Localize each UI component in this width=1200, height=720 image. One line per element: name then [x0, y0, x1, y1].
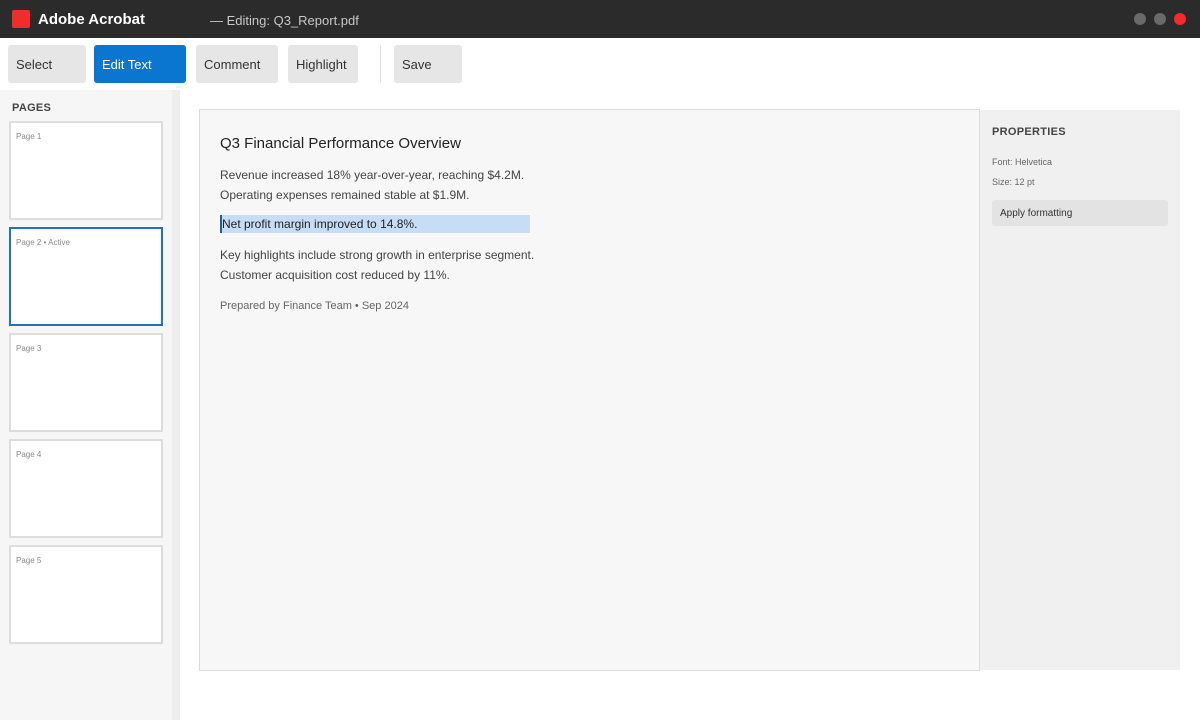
toolbar-divider — [380, 45, 381, 83]
toolbar: Select Edit Text Comment Highlight Save — [0, 38, 1200, 90]
page-thumbnail-label: Page 3 — [16, 344, 42, 353]
document-title: — Editing: Q3_Report.pdf — [210, 13, 359, 28]
page-thumbnail-label: Page 1 — [16, 132, 42, 141]
highlight-tool-button[interactable]: Highlight — [288, 45, 358, 83]
document-heading[interactable]: Q3 Financial Performance Overview — [220, 135, 461, 152]
document-page: Q3 Financial Performance Overview Revenu… — [199, 109, 980, 671]
selected-text-line[interactable]: Net profit margin improved to 14.8%. — [220, 215, 530, 233]
properties-panel: PROPERTIES Font: Helvetica Size: 12 pt A… — [980, 110, 1180, 670]
sidebar-scrollbar[interactable] — [172, 90, 180, 720]
page-thumbnail-3[interactable]: Page 3 — [9, 333, 163, 432]
font-property: Font: Helvetica — [992, 157, 1053, 167]
maximize-button[interactable] — [1154, 13, 1166, 25]
document-text-line[interactable]: Key highlights include strong growth in … — [220, 248, 534, 262]
properties-heading: PROPERTIES — [992, 126, 1066, 138]
document-text-line[interactable]: Revenue increased 18% year-over-year, re… — [220, 168, 524, 182]
page-thumbnail-2[interactable]: Page 2 • Active — [9, 227, 163, 326]
apply-formatting-button[interactable]: Apply formatting — [992, 200, 1168, 226]
page-thumbnail-4[interactable]: Page 4 — [9, 439, 163, 538]
select-tool-button[interactable]: Select — [8, 45, 86, 83]
save-button[interactable]: Save — [394, 45, 462, 83]
page-thumbnail-label: Page 5 — [16, 556, 42, 565]
title-bar: Adobe Acrobat — Editing: Q3_Report.pdf — [0, 0, 1200, 38]
page-thumbnail-label: Page 2 • Active — [16, 238, 70, 247]
document-text-line[interactable]: Operating expenses remained stable at $1… — [220, 188, 469, 202]
page-thumbnail-label: Page 4 — [16, 450, 42, 459]
pages-heading: PAGES — [12, 102, 52, 114]
document-footer[interactable]: Prepared by Finance Team • Sep 2024 — [220, 300, 409, 312]
close-button[interactable] — [1174, 13, 1186, 25]
edit-text-tool-button[interactable]: Edit Text — [94, 45, 186, 83]
document-text-line[interactable]: Customer acquisition cost reduced by 11%… — [220, 268, 450, 282]
pages-sidebar: PAGES Page 1 Page 2 • Active Page 3 Page… — [0, 90, 172, 720]
app-name: Adobe Acrobat — [38, 11, 145, 28]
page-thumbnail-1[interactable]: Page 1 — [9, 121, 163, 220]
minimize-button[interactable] — [1134, 13, 1146, 25]
page-thumbnail-5[interactable]: Page 5 — [9, 545, 163, 644]
size-property: Size: 12 pt — [992, 177, 1035, 187]
comment-tool-button[interactable]: Comment — [196, 45, 278, 83]
acrobat-logo-icon — [12, 10, 30, 28]
